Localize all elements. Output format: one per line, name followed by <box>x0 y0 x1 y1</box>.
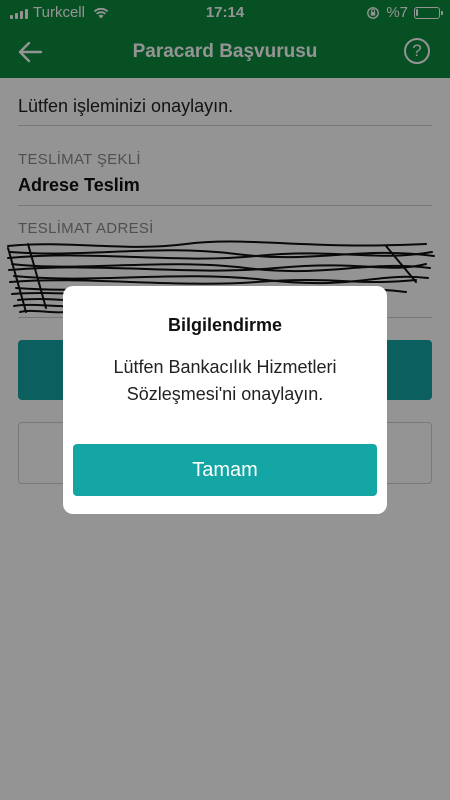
dialog-message-line: Sözleşmesi'ni onaylayın. <box>126 384 324 404</box>
dialog-message-line: Lütfen Bankacılık Hizmetleri <box>113 357 337 377</box>
dialog-title: Bilgilendirme <box>167 315 283 335</box>
info-dialog: Bilgilendirme Lütfen Bankacılık Hizmetle… <box>63 286 387 514</box>
ok-button[interactable]: Tamam <box>73 444 377 496</box>
dialog-message: Lütfen Bankacılık Hizmetleri Sözleşmesi'… <box>83 354 367 408</box>
